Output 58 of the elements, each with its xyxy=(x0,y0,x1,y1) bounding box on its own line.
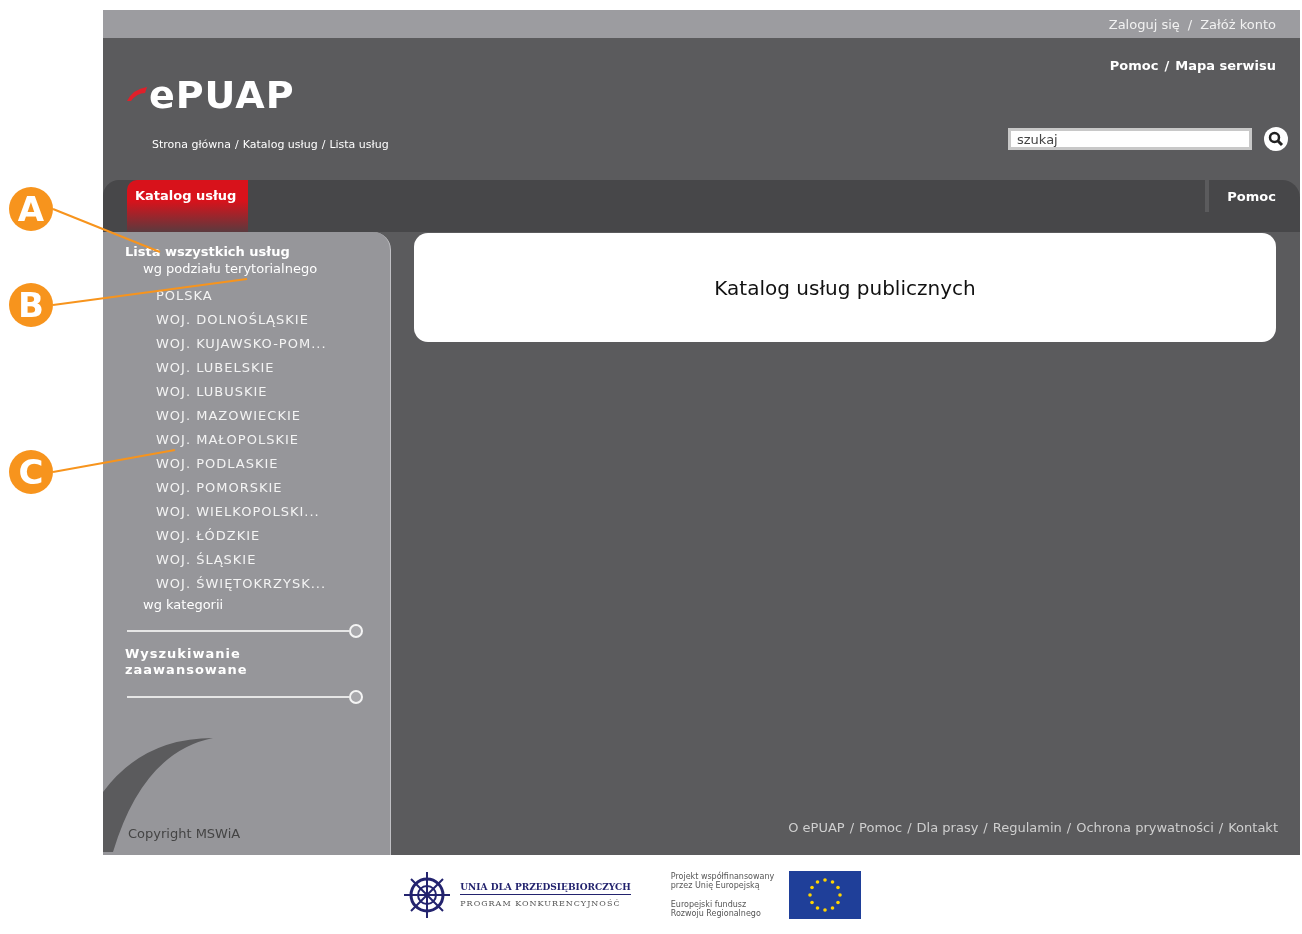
sidebar-item[interactable]: WOJ. LUBUSKIE xyxy=(156,384,390,399)
sidebar-item[interactable]: WOJ. MAZOWIECKIE xyxy=(156,408,390,423)
eu-note: Europejski fundusz Rozwoju Regionalnego xyxy=(670,899,762,918)
sidebar-item[interactable]: WOJ. MAŁOPOLSKIE xyxy=(156,432,390,447)
swoosh-icon xyxy=(127,87,147,103)
sidebar-item[interactable]: WOJ. ŁÓDZKIE xyxy=(156,528,390,543)
separator-slash: / xyxy=(235,138,239,151)
separator-slash: / xyxy=(1218,820,1224,835)
header-link[interactable]: Pomoc xyxy=(1109,58,1159,73)
nav-tab[interactable]: Katalog usług xyxy=(127,180,249,232)
separator-slash: / xyxy=(849,820,855,835)
top-link[interactable]: Zaloguj się xyxy=(1108,16,1180,32)
page-heading: Katalog usług publicznych xyxy=(714,275,976,300)
copyright-text: Copyright MSWiA xyxy=(127,826,242,841)
breadcrumb-link[interactable]: Katalog usług xyxy=(242,138,318,151)
sidebar-item[interactable]: WOJ. PODLASKIE xyxy=(156,456,390,471)
eu-note: Projekt współfinansowany przez Unię Europejską xyxy=(670,871,776,890)
footer-link[interactable]: Kontakt xyxy=(1228,820,1278,835)
footer-link[interactable]: Ochrona prywatności xyxy=(1076,820,1214,835)
sidebar-item[interactable]: WOJ. WIELKOPOLSKI... xyxy=(156,504,390,519)
search-icon xyxy=(1268,131,1284,147)
sponsor-subtitle: PROGRAM KONKURENCYJNOŚĆ xyxy=(460,898,622,908)
separator-slash: / xyxy=(321,138,326,151)
eu-flag-icon xyxy=(788,870,861,919)
search-field[interactable]: szukaj xyxy=(1008,128,1252,150)
sidebar-item[interactable]: WOJ. DOLNOŚLĄSKIE xyxy=(156,312,390,327)
callout-marker: A xyxy=(9,187,53,231)
search-button[interactable] xyxy=(1264,127,1288,151)
footer-link[interactable]: Pomoc xyxy=(859,820,903,835)
knob-icon xyxy=(349,624,363,638)
footer-link[interactable]: Dla prasy xyxy=(916,820,979,835)
compass-logo-icon xyxy=(402,869,453,920)
sidebar-item[interactable]: POLSKA xyxy=(156,288,390,303)
nav-tab[interactable]: Pomoc xyxy=(1205,180,1276,212)
breadcrumb-link[interactable]: Strona główna xyxy=(152,138,232,151)
sidebar-group[interactable]: wg kategorii xyxy=(143,597,390,612)
sponsor-title: UNIA DLA PRZEDSIĘBIORCZYCH xyxy=(460,881,631,895)
sidebar-item[interactable]: WOJ. ŚWIĘTOKRZYSK... xyxy=(156,576,390,591)
callout-marker: B xyxy=(9,283,53,327)
header-link[interactable]: Mapa serwisu xyxy=(1175,58,1276,73)
footer-link[interactable]: O ePUAP xyxy=(788,820,845,835)
sidebar-item[interactable]: WOJ. KUJAWSKO-POM... xyxy=(156,336,390,351)
breadcrumb-link[interactable]: Lista usług xyxy=(329,138,389,151)
knob-icon xyxy=(349,690,363,704)
sidebar-item[interactable]: WOJ. LUBELSKIE xyxy=(156,360,390,375)
callout-marker: C xyxy=(9,450,53,494)
footer-link[interactable]: Regulamin xyxy=(992,820,1062,835)
top-link[interactable]: Załóż konto xyxy=(1200,16,1276,32)
separator-slash: / xyxy=(1066,820,1072,835)
sidebar-heading[interactable]: Wyszukiwanie zaawansowane xyxy=(125,646,275,678)
sidebar-group[interactable]: wg podziału terytorialnego xyxy=(143,261,390,276)
sidebar-item[interactable]: WOJ. POMORSKIE xyxy=(156,480,390,495)
separator-slash: / xyxy=(907,820,912,835)
sidebar-item[interactable]: WOJ. ŚLĄSKIE xyxy=(156,552,390,567)
epuap-logo[interactable]: ePUAP xyxy=(127,74,1008,116)
separator-slash: / xyxy=(1187,16,1193,32)
separator-slash: / xyxy=(1164,58,1170,73)
separator-slash: / xyxy=(983,820,988,835)
